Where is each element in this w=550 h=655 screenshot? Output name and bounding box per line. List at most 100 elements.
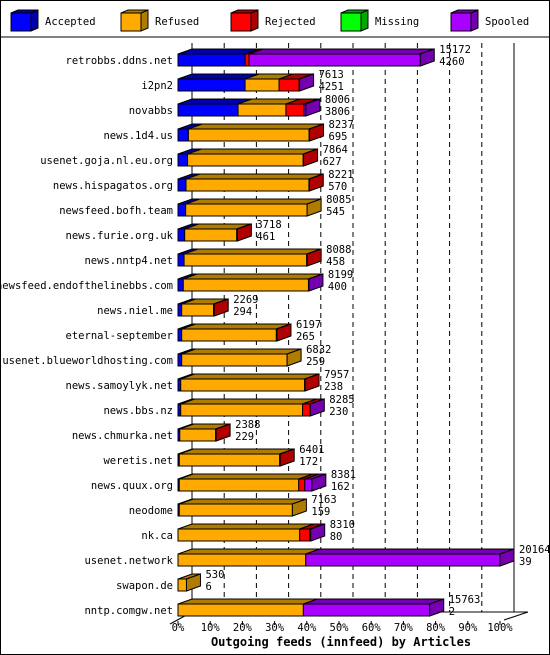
- bar-row: newsfeed.endofthelinebbs.com 8199400: [1, 269, 353, 293]
- bar-segment-accepted: [177, 153, 189, 167]
- total-value: 8199: [328, 269, 353, 281]
- bar-segment-refused: [177, 603, 304, 617]
- legend-swatch: [230, 12, 252, 32]
- bar-segment-spooled: [304, 478, 313, 492]
- secondary-value: 159: [311, 506, 330, 518]
- total-value: 8310: [330, 519, 355, 531]
- bar-row: news.samoylyk.net 7957238: [66, 369, 350, 393]
- bar-segment-refused-top: [183, 273, 323, 280]
- secondary-value: 545: [326, 206, 345, 218]
- secondary-value: 458: [326, 256, 345, 268]
- x-tick-label: 20%: [233, 622, 253, 634]
- total-value: 8285: [329, 394, 354, 406]
- bar-segment-accepted: [177, 278, 184, 292]
- total-value: 20164: [519, 544, 550, 556]
- bar-segment-refused: [177, 578, 187, 592]
- bar-segment-refused: [187, 153, 304, 167]
- legend-swatch-side: [250, 9, 259, 32]
- bar-row: nntp.comgw.net 157632: [84, 594, 480, 618]
- row-label: usenet.goja.nl.eu.org: [40, 155, 173, 167]
- bar-segment-accepted: [177, 353, 183, 367]
- x-tick-label: 100%: [487, 622, 513, 634]
- row-label: news.bbs.nz: [103, 405, 173, 417]
- secondary-value: 39: [519, 556, 532, 568]
- bar-segment-refused: [181, 328, 277, 342]
- total-value: 8085: [326, 194, 351, 206]
- row-label: usenet.network: [84, 555, 173, 567]
- legend-label: Missing: [375, 16, 419, 28]
- bar-segment-refused: [181, 353, 288, 367]
- bar-row: usenet.goja.nl.eu.org 7864627: [40, 144, 348, 168]
- bar-segment-refused-top: [179, 448, 294, 455]
- bar-segment-refused-top: [188, 123, 324, 130]
- x-axis-label: Outgoing feeds (innfeed) by Articles: [211, 635, 471, 649]
- bar-segment-refused-top: [183, 248, 321, 255]
- total-value: 7864: [323, 144, 348, 156]
- total-value: 7613: [319, 69, 344, 81]
- bar-row: news.chmurka.net 2388229: [72, 419, 261, 443]
- row-label: news.furie.org.uk: [66, 230, 174, 242]
- total-value: 8237: [329, 119, 354, 131]
- bar-segment-accepted: [177, 328, 183, 342]
- secondary-value: 229: [235, 431, 254, 443]
- secondary-value: 172: [299, 456, 318, 468]
- bar-segment-refused: [184, 228, 238, 242]
- bar-segment-accepted: [177, 128, 189, 142]
- bar-row: nk.ca 831080: [141, 519, 355, 543]
- secondary-value: 627: [323, 156, 342, 168]
- bar-segment-refused: [185, 178, 310, 192]
- row-label: news.quux.org: [91, 480, 173, 492]
- x-tick-label: 60%: [362, 622, 382, 634]
- bar-segment-spooled-top: [305, 548, 515, 555]
- bar-segment-spooled-top: [248, 48, 435, 55]
- bar-segment-refused-top: [180, 398, 317, 405]
- bar-row: neodome 7163159: [129, 494, 337, 518]
- bar-row: usenet.network 2016439: [84, 544, 550, 568]
- bar-segment-refused: [178, 478, 300, 492]
- bar-row: news.furie.org.uk 3718461: [66, 219, 282, 243]
- secondary-value: 230: [329, 406, 348, 418]
- x-tick-label: 10%: [201, 622, 221, 634]
- x-tick-label: 30%: [265, 622, 285, 634]
- bar-row: news.nntp4.net 8088458: [84, 244, 351, 268]
- bar-row: news.quux.org 8381162: [91, 469, 356, 493]
- bar-segment-spooled: [302, 603, 431, 617]
- bar-segment-spooled-top: [303, 598, 444, 605]
- bar-segment-refused: [177, 528, 301, 542]
- legend-swatch-side: [360, 9, 369, 32]
- total-value: 6401: [299, 444, 324, 456]
- row-label: nntp.comgw.net: [84, 605, 173, 617]
- legend-swatch: [10, 12, 32, 32]
- bar-segment-refused: [178, 453, 281, 467]
- bar-segment-rejected: [244, 53, 250, 67]
- row-label: newsfeed.endofthelinebbs.com: [1, 280, 173, 292]
- bar-segment-refused: [182, 278, 309, 292]
- bar-segment-accepted: [177, 228, 186, 242]
- bar-segment-refused-top: [179, 473, 313, 480]
- secondary-value: 4251: [319, 81, 344, 93]
- bar-row: news.bbs.nz 8285230: [103, 394, 354, 418]
- total-value: 3718: [256, 219, 281, 231]
- secondary-value: 461: [256, 231, 275, 243]
- row-label: news.chmurka.net: [72, 430, 173, 442]
- row-label: novabbs: [129, 105, 173, 117]
- legend-swatch-side: [140, 9, 149, 32]
- bar-segment-refused: [178, 503, 293, 517]
- bar-segment-accepted: [177, 103, 239, 117]
- row-label: newsfeed.bofh.team: [59, 205, 173, 217]
- legend-swatch: [120, 12, 142, 32]
- bar-segment-accepted: [177, 203, 187, 217]
- bar-row: news.1d4.us 8237695: [103, 119, 353, 143]
- bar-row: eternal-september 6197265: [66, 319, 322, 343]
- bar-segment-rejected: [302, 403, 311, 417]
- total-value: 8221: [328, 169, 353, 181]
- legend-swatch-side: [30, 9, 39, 32]
- row-label: news.hispagatos.org: [53, 180, 173, 192]
- secondary-value: 238: [324, 381, 343, 393]
- legend-label: Rejected: [265, 16, 316, 28]
- x-tick-label: 40%: [297, 622, 317, 634]
- bar-segment-refused: [180, 403, 304, 417]
- bar-segment-refused-top: [185, 173, 324, 180]
- chart-svg: Accepted Refused Rejected Missing Spooled re…: [1, 9, 550, 649]
- bar-segment-refused: [187, 128, 310, 142]
